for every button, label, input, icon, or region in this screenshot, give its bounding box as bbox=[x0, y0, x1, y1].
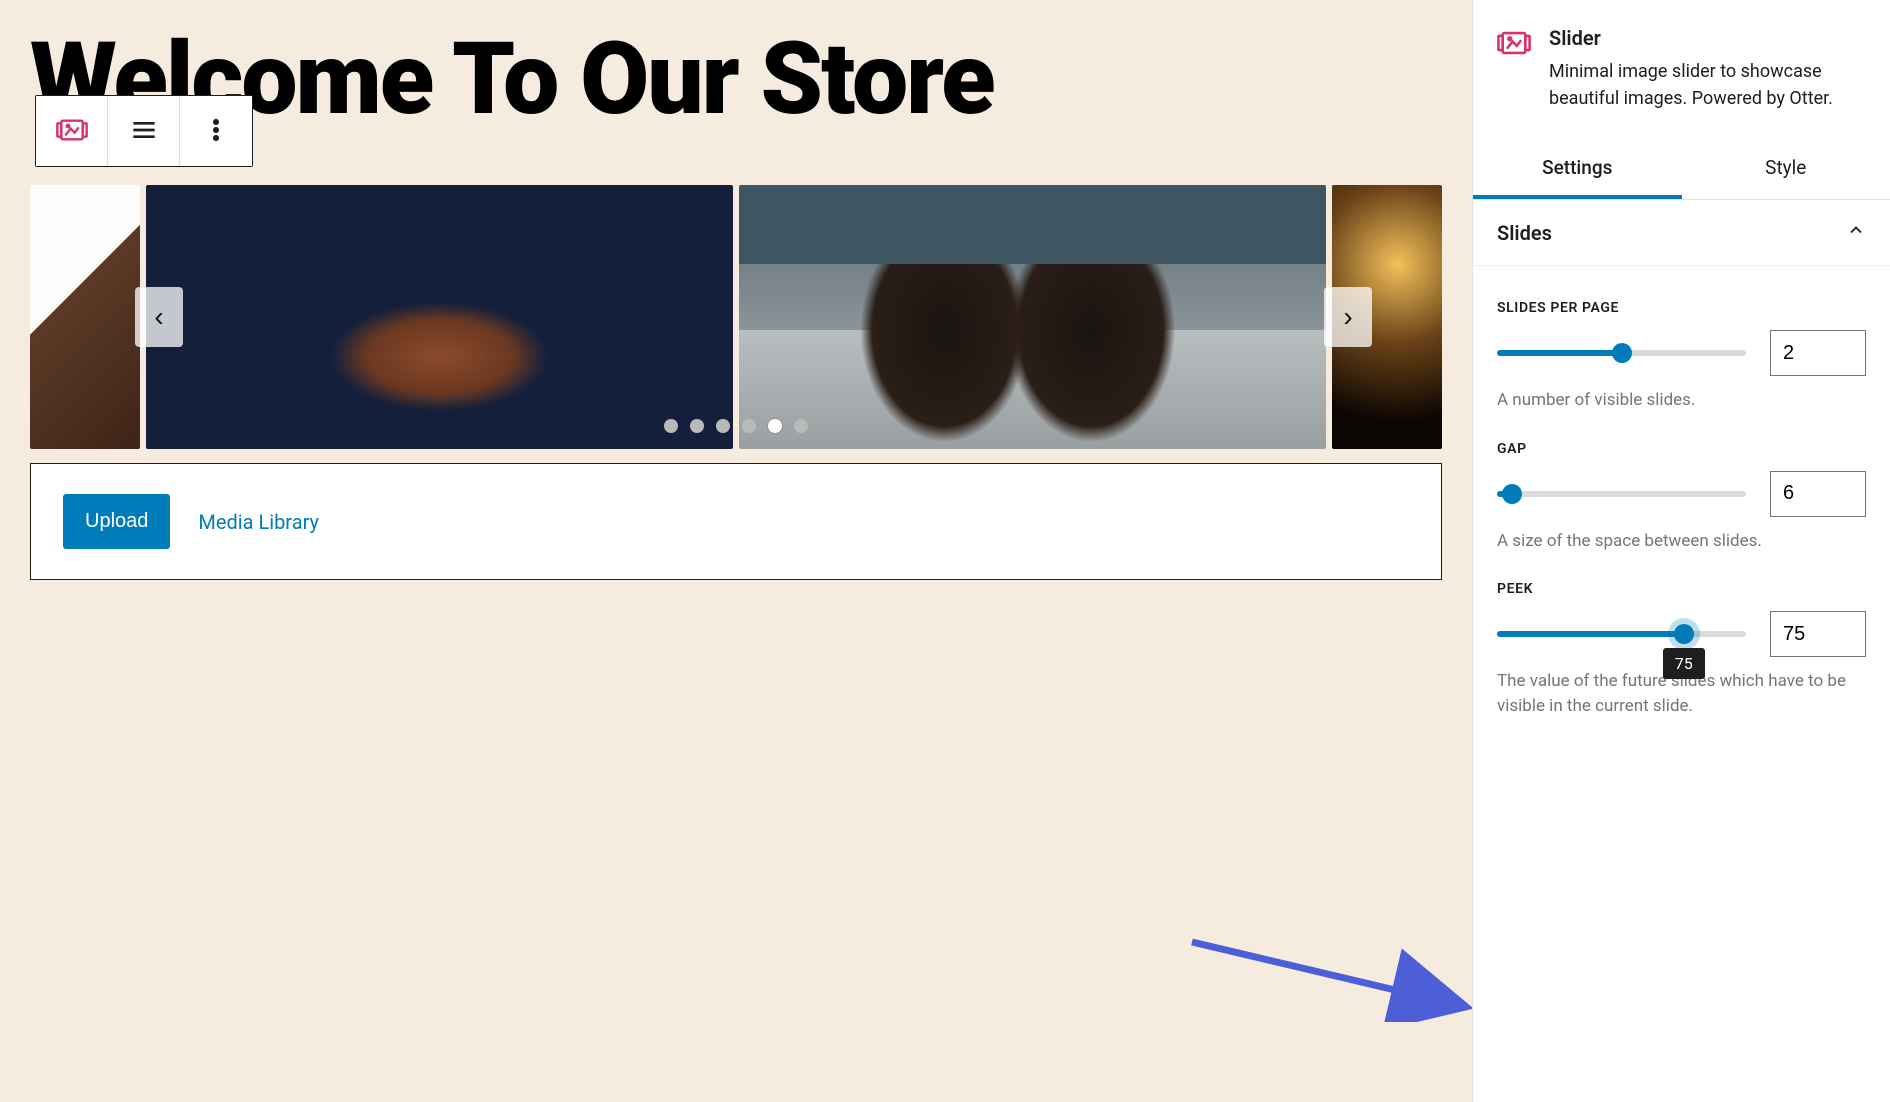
media-library-link[interactable]: Media Library bbox=[198, 510, 319, 534]
peek-tooltip: 75 bbox=[1663, 648, 1705, 679]
control-gap: GAP A size of the space between slides. bbox=[1497, 441, 1866, 554]
panel-slides-body: SLIDES PER PAGE A number of visible slid… bbox=[1473, 266, 1890, 739]
annotation-arrow bbox=[1182, 932, 1472, 1022]
control-label: GAP bbox=[1497, 441, 1866, 457]
tab-settings[interactable]: Settings bbox=[1473, 140, 1682, 199]
slider-dot[interactable] bbox=[690, 419, 704, 433]
control-label: PEEK bbox=[1497, 581, 1866, 597]
slider-next-button[interactable]: › bbox=[1324, 287, 1372, 347]
inspector-sidebar: Slider Minimal image slider to showcase … bbox=[1472, 0, 1890, 1102]
peek-slider[interactable]: 75 bbox=[1497, 624, 1746, 644]
gap-slider[interactable] bbox=[1497, 484, 1746, 504]
slider-dot[interactable] bbox=[768, 419, 782, 433]
peek-input[interactable] bbox=[1770, 611, 1866, 657]
tab-style[interactable]: Style bbox=[1682, 140, 1890, 199]
more-options-button[interactable] bbox=[180, 96, 252, 166]
chevron-right-icon: › bbox=[1343, 301, 1352, 333]
gap-input[interactable] bbox=[1770, 471, 1866, 517]
slider-dot[interactable] bbox=[794, 419, 808, 433]
align-button[interactable] bbox=[108, 96, 180, 166]
control-help: A size of the space between slides. bbox=[1497, 529, 1866, 554]
slider-preview[interactable]: ‹ › bbox=[30, 185, 1442, 449]
slide-2 bbox=[739, 185, 1326, 449]
align-icon bbox=[128, 114, 160, 149]
slides-per-page-input[interactable] bbox=[1770, 330, 1866, 376]
control-help: A number of visible slides. bbox=[1497, 388, 1866, 413]
more-icon bbox=[200, 114, 232, 149]
block-header: Slider Minimal image slider to showcase … bbox=[1473, 0, 1890, 122]
block-description: Minimal image slider to showcase beautif… bbox=[1549, 58, 1866, 112]
chevron-left-icon: ‹ bbox=[154, 301, 163, 333]
slider-prev-button[interactable]: ‹ bbox=[135, 287, 183, 347]
block-type-button[interactable] bbox=[36, 96, 108, 166]
chevron-up-icon bbox=[1846, 220, 1866, 245]
slider-dots bbox=[664, 419, 808, 433]
slider-dot[interactable] bbox=[664, 419, 678, 433]
block-title: Slider bbox=[1549, 26, 1866, 50]
panel-title: Slides bbox=[1497, 221, 1552, 245]
media-placeholder: Upload Media Library bbox=[30, 463, 1442, 580]
upload-button[interactable]: Upload bbox=[63, 494, 170, 549]
control-label: SLIDES PER PAGE bbox=[1497, 300, 1866, 316]
slider-icon bbox=[1497, 26, 1531, 60]
slider-icon bbox=[56, 114, 88, 149]
inspector-tabs: Settings Style bbox=[1473, 140, 1890, 200]
panel-slides-toggle[interactable]: Slides bbox=[1473, 200, 1890, 266]
slide-1 bbox=[146, 185, 733, 449]
slides-per-page-slider[interactable] bbox=[1497, 343, 1746, 363]
slider-dot[interactable] bbox=[742, 419, 756, 433]
control-slides-per-page: SLIDES PER PAGE A number of visible slid… bbox=[1497, 300, 1866, 413]
block-toolbar bbox=[35, 95, 253, 167]
slider-dot[interactable] bbox=[716, 419, 730, 433]
editor-canvas: Welcome To Our Store bbox=[0, 0, 1472, 1102]
control-peek: PEEK 75 The value of the future slides w… bbox=[1497, 581, 1866, 718]
slide-peek-left bbox=[30, 185, 140, 449]
